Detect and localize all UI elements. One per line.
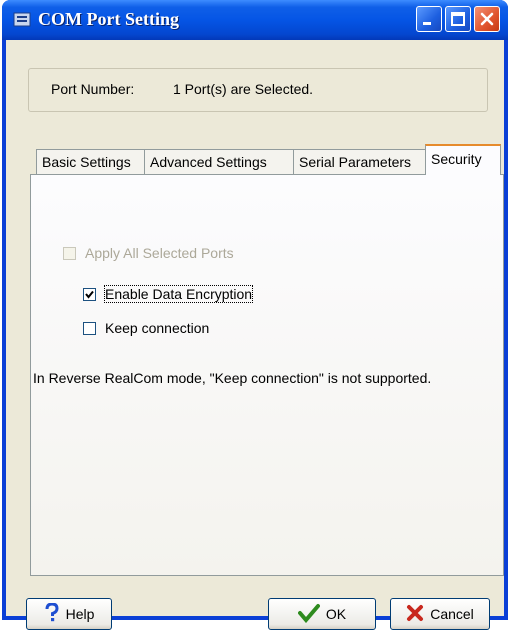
question-icon	[44, 601, 60, 626]
close-icon	[480, 12, 494, 26]
checkmark-icon	[85, 290, 94, 299]
cancel-x-icon	[406, 604, 424, 625]
cancel-label: Cancel	[430, 606, 474, 622]
keep-connection-checkbox[interactable]	[83, 322, 96, 335]
tab-basic-settings[interactable]: Basic Settings	[36, 149, 145, 174]
keep-connection-label: Keep connection	[105, 320, 210, 336]
ok-button[interactable]: OK	[268, 598, 376, 630]
apply-all-checkbox[interactable]	[63, 247, 76, 260]
port-number-value: 1 Port(s) are Selected.	[173, 81, 314, 97]
ok-label: OK	[325, 606, 347, 622]
minimize-button[interactable]	[416, 6, 442, 32]
help-button[interactable]: Help	[26, 598, 112, 630]
app-icon	[12, 10, 32, 30]
dialog-window: COM Port Setting Port Number: 1 Port(s) …	[2, 0, 508, 630]
security-panel: Apply All Selected Ports Enable Data Enc…	[30, 174, 504, 576]
tab-security[interactable]: Security	[425, 144, 501, 175]
port-number-label: Port Number:	[51, 81, 135, 97]
help-label: Help	[65, 606, 95, 622]
reverse-realcom-note: In Reverse RealCom mode, "Keep connectio…	[33, 370, 432, 386]
apply-all-label: Apply All Selected Ports	[85, 245, 234, 261]
checkmark-icon	[297, 603, 320, 626]
window-title: COM Port Setting	[38, 9, 179, 29]
cancel-button[interactable]: Cancel	[390, 598, 490, 630]
title-bar[interactable]: COM Port Setting	[2, 0, 508, 40]
minimize-icon	[423, 22, 431, 25]
port-number-group: Port Number: 1 Port(s) are Selected.	[28, 68, 488, 112]
tab-advanced-settings[interactable]: Advanced Settings	[144, 149, 294, 174]
enable-encryption-checkbox[interactable]	[83, 288, 96, 301]
tab-serial-parameters[interactable]: Serial Parameters	[293, 149, 426, 174]
enable-encryption-label: Enable Data Encryption	[103, 285, 254, 303]
maximize-icon	[451, 12, 465, 26]
close-button[interactable]	[474, 6, 500, 32]
maximize-button[interactable]	[445, 6, 471, 32]
dialog-body: Port Number: 1 Port(s) are Selected. Bas…	[6, 40, 504, 630]
